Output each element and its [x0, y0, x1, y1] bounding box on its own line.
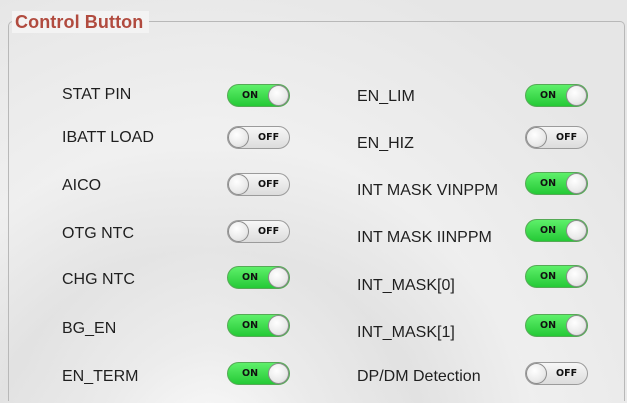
toggle-knob — [228, 174, 249, 195]
toggle-knob — [566, 173, 587, 194]
toggle-knob — [566, 266, 587, 287]
label-en-term: EN_TERM — [62, 368, 139, 385]
toggle-int-mask-vinppm[interactable]: ON — [525, 172, 588, 195]
label-int-mask-iinppm: INT MASK IINPPM — [357, 229, 492, 246]
control-button-group — [8, 21, 625, 401]
label-aico: AICO — [62, 177, 102, 194]
label-otg-ntc: OTG NTC — [62, 225, 134, 242]
label-chg-ntc: CHG NTC — [62, 271, 135, 288]
toggle-state-text: ON — [540, 178, 557, 189]
toggle-dp-dm-detection[interactable]: OFF — [525, 362, 588, 385]
toggle-state-text: ON — [242, 368, 259, 379]
toggle-en-lim[interactable]: ON — [525, 84, 588, 107]
toggle-state-text: ON — [540, 225, 557, 236]
label-en-hiz: EN_HIZ — [357, 135, 414, 152]
label-stat-pin: STAT PIN — [62, 86, 132, 103]
toggle-state-text: OFF — [258, 132, 280, 143]
toggle-int-mask-1[interactable]: ON — [525, 314, 588, 337]
toggle-otg-ntc[interactable]: OFF — [227, 220, 290, 243]
toggle-knob — [228, 127, 249, 148]
toggle-state-text: OFF — [258, 179, 280, 190]
toggle-stat-pin[interactable]: ON — [227, 84, 290, 107]
label-int-mask-0: INT_MASK[0] — [357, 277, 455, 294]
toggle-state-text: ON — [242, 90, 259, 101]
toggle-int-mask-iinppm[interactable]: ON — [525, 219, 588, 242]
toggle-knob — [268, 363, 289, 384]
toggle-knob — [268, 85, 289, 106]
toggle-en-term[interactable]: ON — [227, 362, 290, 385]
toggle-aico[interactable]: OFF — [227, 173, 290, 196]
toggle-ibatt-load[interactable]: OFF — [227, 126, 290, 149]
toggle-state-text: ON — [540, 90, 557, 101]
toggle-state-text: ON — [242, 320, 259, 331]
toggle-state-text: OFF — [556, 132, 578, 143]
toggle-state-text: ON — [242, 272, 259, 283]
toggle-state-text: OFF — [556, 368, 578, 379]
label-int-mask-vinppm: INT MASK VINPPM — [357, 182, 499, 199]
label-bg-en: BG_EN — [62, 320, 117, 337]
label-ibatt-load: IBATT LOAD — [62, 129, 154, 146]
toggle-state-text: ON — [540, 271, 557, 282]
toggle-knob — [566, 85, 587, 106]
label-int-mask-1: INT_MASK[1] — [357, 324, 455, 341]
toggle-state-text: OFF — [258, 226, 280, 237]
toggle-chg-ntc[interactable]: ON — [227, 266, 290, 289]
group-title: Control Button — [12, 11, 150, 33]
toggle-knob — [526, 363, 547, 384]
toggle-state-text: ON — [540, 320, 557, 331]
toggle-int-mask-0[interactable]: ON — [525, 265, 588, 288]
toggle-knob — [268, 267, 289, 288]
toggle-knob — [566, 315, 587, 336]
toggle-knob — [228, 221, 249, 242]
toggle-bg-en[interactable]: ON — [227, 314, 290, 337]
label-en-lim: EN_LIM — [357, 88, 415, 105]
label-dp-dm-detection: DP/DM Detection — [357, 368, 481, 385]
toggle-knob — [526, 127, 547, 148]
toggle-knob — [566, 220, 587, 241]
toggle-en-hiz[interactable]: OFF — [525, 126, 588, 149]
toggle-knob — [268, 315, 289, 336]
